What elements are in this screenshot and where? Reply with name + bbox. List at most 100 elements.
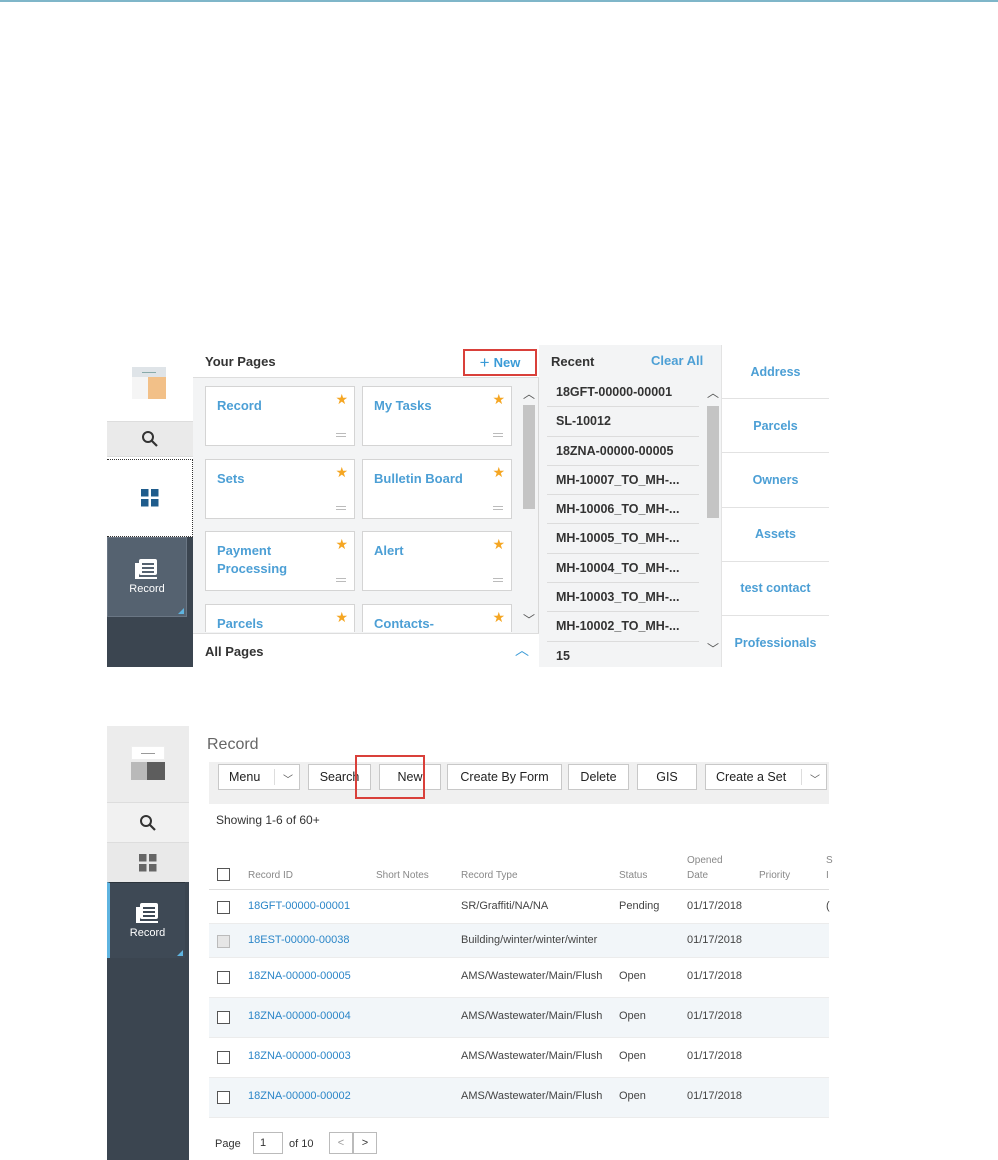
star-icon[interactable]: ★ <box>335 464 348 481</box>
table-row[interactable]: 18ZNA-00000-00003 AMS/Wastewater/Main/Fl… <box>209 1038 829 1078</box>
table-row[interactable]: 18GFT-00000-00001 SR/Graffiti/NA/NA Pend… <box>209 890 830 924</box>
record-id-link[interactable]: 18ZNA-00000-00005 <box>248 970 351 982</box>
page-tile-sets[interactable]: Sets ★ <box>205 459 355 519</box>
column-opened-date[interactable]: Opened Date <box>687 853 723 883</box>
column-priority[interactable]: Priority <box>759 868 790 883</box>
gis-button[interactable]: GIS <box>637 764 697 790</box>
recent-item[interactable]: MH-10007_TO_MH-... <box>547 466 699 496</box>
new-page-label: New <box>493 355 521 370</box>
recent-item[interactable]: SL-10012 <box>547 407 699 437</box>
page-number-input[interactable]: 1 <box>253 1132 283 1154</box>
page-tile-contacts[interactable]: Contacts- ★ <box>362 604 512 632</box>
row-checkbox[interactable] <box>217 1051 230 1064</box>
table-row[interactable]: 18ZNA-00000-00005 AMS/Wastewater/Main/Fl… <box>209 958 829 998</box>
record-id-link[interactable]: 18GFT-00000-00001 <box>248 900 350 912</box>
select-all-checkbox[interactable] <box>217 868 230 881</box>
page-tile-label: Bulletin Board <box>374 471 463 486</box>
scroll-thumb[interactable] <box>523 405 535 509</box>
star-icon[interactable]: ★ <box>335 536 348 553</box>
prev-page-button[interactable]: < <box>329 1132 353 1154</box>
next-page-button[interactable]: > <box>353 1132 377 1154</box>
column-record-type[interactable]: Record Type <box>461 868 518 883</box>
star-icon[interactable]: ★ <box>335 609 348 626</box>
drag-handle-icon[interactable] <box>336 433 346 437</box>
table-row[interactable]: 18ZNA-00000-00004 AMS/Wastewater/Main/Fl… <box>209 998 829 1038</box>
record-opened-date: 01/17/2018 <box>687 970 743 982</box>
rail-pages-button[interactable] <box>107 459 193 537</box>
rail-pages-button[interactable] <box>107 842 189 882</box>
star-icon[interactable]: ★ <box>492 391 505 408</box>
column-status[interactable]: Status <box>619 868 647 883</box>
record-id-link[interactable]: 18ZNA-00000-00002 <box>248 1090 351 1102</box>
page-tile-label: Record <box>217 398 262 413</box>
star-icon[interactable]: ★ <box>335 391 348 408</box>
table-row[interactable]: 18EST-00000-00038 Building/winter/winter… <box>209 924 829 958</box>
delete-button[interactable]: Delete <box>568 764 629 790</box>
chevron-up-icon[interactable]: ︿ <box>515 640 529 660</box>
page-tile-payment-processing[interactable]: Payment Processing ★ <box>205 531 355 591</box>
recent-item[interactable]: 15 <box>547 642 699 671</box>
rail-record-button[interactable]: Record <box>107 537 187 617</box>
row-checkbox[interactable] <box>217 1011 230 1024</box>
recent-scrollbar[interactable]: ︿ ﹀ <box>705 378 721 658</box>
star-icon[interactable]: ★ <box>492 536 505 553</box>
row-checkbox[interactable] <box>217 1091 230 1104</box>
page-tile-my-tasks[interactable]: My Tasks ★ <box>362 386 512 446</box>
drag-handle-icon[interactable] <box>493 433 503 437</box>
new-page-button[interactable]: + New <box>463 349 537 376</box>
drag-handle-icon[interactable] <box>493 506 503 510</box>
column-truncated[interactable]: S I <box>826 853 833 883</box>
search-category-address[interactable]: Address <box>722 345 829 400</box>
your-pages-scrollbar[interactable]: ︿ ﹀ <box>521 379 537 631</box>
rail-record-button[interactable]: Record <box>107 882 185 958</box>
search-category-professionals[interactable]: Professionals <box>722 616 829 670</box>
column-record-id[interactable]: Record ID <box>248 868 293 883</box>
search-category-test-contact[interactable]: test contact <box>722 562 829 616</box>
drag-handle-icon[interactable] <box>493 578 503 582</box>
drag-handle-icon[interactable] <box>336 578 346 582</box>
create-by-form-button[interactable]: Create By Form <box>447 764 562 790</box>
scroll-down-icon[interactable]: ﹀ <box>523 611 535 628</box>
search-category-assets[interactable]: Assets <box>722 508 829 562</box>
rail-search-button[interactable] <box>107 802 189 842</box>
row-checkbox[interactable] <box>217 971 230 984</box>
menu-dropdown[interactable]: Menu ﹀ <box>218 764 300 790</box>
star-icon[interactable]: ★ <box>492 464 505 481</box>
drag-handle-icon[interactable] <box>336 506 346 510</box>
search-category-parcels[interactable]: Parcels <box>722 399 829 454</box>
recent-item[interactable]: 18GFT-00000-00001 <box>547 378 699 408</box>
rail-search-button[interactable] <box>107 421 193 457</box>
your-pages-header: Your Pages + New <box>193 345 539 378</box>
page-tile-parcels[interactable]: Parcels ★ <box>205 604 355 632</box>
table-row[interactable]: 18ZNA-00000-00002 AMS/Wastewater/Main/Fl… <box>209 1078 829 1118</box>
row-checkbox[interactable] <box>217 901 230 914</box>
scroll-up-icon[interactable]: ︿ <box>523 385 535 402</box>
page-tile-label: Payment Processing <box>217 543 288 576</box>
record-id-link[interactable]: 18ZNA-00000-00004 <box>248 1010 351 1022</box>
scroll-down-icon[interactable]: ﹀ <box>707 640 719 657</box>
all-pages-bar[interactable]: All Pages ︿ <box>193 633 539 667</box>
search-category-owners[interactable]: Owners <box>722 453 829 508</box>
recent-item[interactable]: MH-10006_TO_MH-... <box>547 495 699 525</box>
clear-all-link[interactable]: Clear All <box>651 353 703 368</box>
recent-item[interactable]: MH-10002_TO_MH-... <box>547 612 699 642</box>
page-tile-bulletin-board[interactable]: Bulletin Board ★ <box>362 459 512 519</box>
record-id-link[interactable]: 18ZNA-00000-00003 <box>248 1050 351 1062</box>
scroll-thumb[interactable] <box>707 406 719 518</box>
star-icon[interactable]: ★ <box>492 609 505 626</box>
recent-list: 18GFT-00000-00001 SL-10012 18ZNA-00000-0… <box>547 378 699 671</box>
record-type: AMS/Wastewater/Main/Flush <box>461 1050 603 1062</box>
recent-item[interactable]: 18ZNA-00000-00005 <box>547 437 699 466</box>
recent-item[interactable]: MH-10004_TO_MH-... <box>547 554 699 584</box>
scroll-up-icon[interactable]: ︿ <box>707 384 719 401</box>
record-opened-date: 01/17/2018 <box>687 900 743 912</box>
column-short-notes[interactable]: Short Notes <box>376 868 429 883</box>
page-tile-alert[interactable]: Alert ★ <box>362 531 512 591</box>
page-tile-record[interactable]: Record ★ <box>205 386 355 446</box>
row-checkbox <box>217 935 230 948</box>
recent-panel: Recent Clear All 18GFT-00000-00001 SL-10… <box>539 345 721 667</box>
create-set-dropdown[interactable]: Create a Set ﹀ <box>705 764 827 790</box>
recent-item[interactable]: MH-10003_TO_MH-... <box>547 583 699 613</box>
recent-item[interactable]: MH-10005_TO_MH-... <box>547 524 699 554</box>
record-id-link[interactable]: 18EST-00000-00038 <box>248 934 350 946</box>
